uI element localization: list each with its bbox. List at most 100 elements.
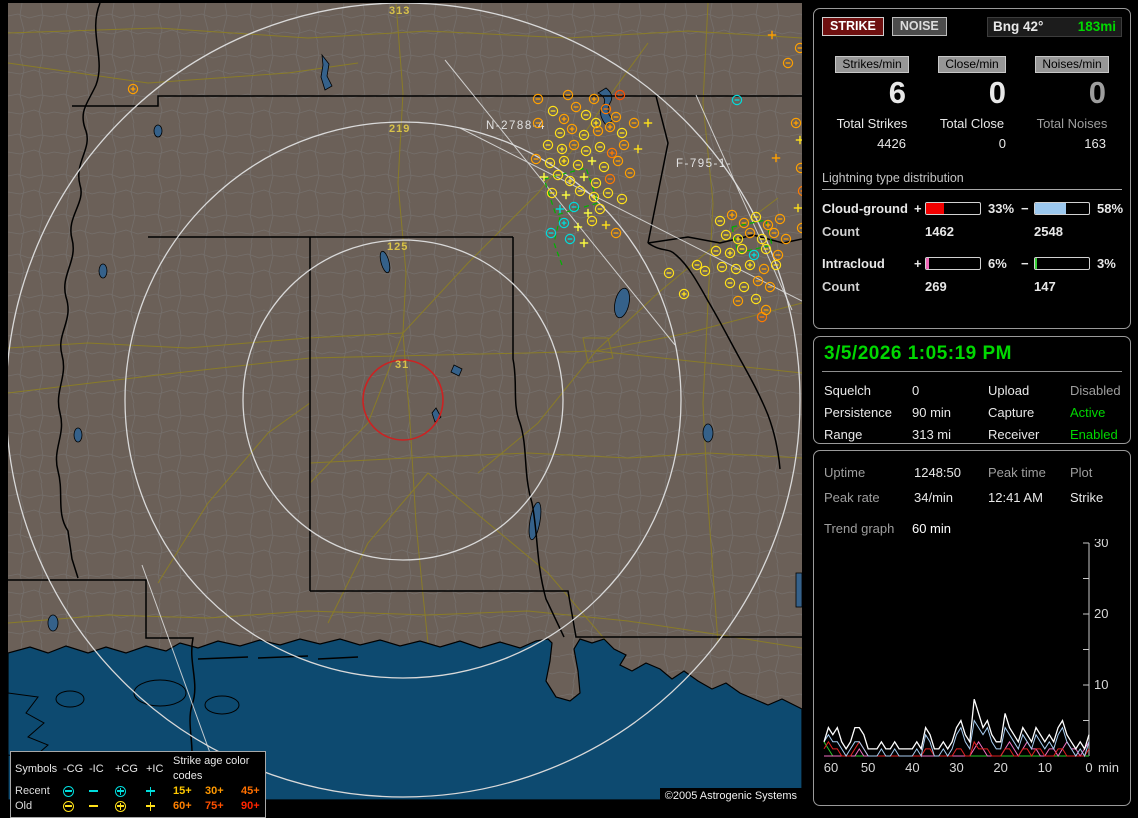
distribution-title: Lightning type distribution (822, 171, 1122, 190)
ring-label-219: 219 (389, 123, 410, 135)
svg-text:50: 50 (861, 760, 875, 775)
legend-title: Symbols (15, 762, 58, 775)
legend-recent-label: Recent (15, 785, 50, 797)
trend-panel: Uptime 1248:50 Peak time Plot Peak rate … (813, 450, 1131, 806)
ic-negative-bar-fill (1035, 258, 1037, 269)
old-neg-cg-icon (63, 800, 74, 812)
cg-positive-bar (925, 202, 981, 215)
total-noises-label: Total Noises (1036, 116, 1108, 131)
ring-label-31: 31 (395, 359, 409, 371)
legend-col-pos-ic: +IC (146, 762, 164, 775)
recent-pos-ic-icon (146, 786, 155, 796)
squelch-label: Squelch (824, 383, 871, 398)
status-panel: 3/5/2026 1:05:19 PM Squelch 0 Upload Dis… (813, 336, 1131, 444)
ic-positive-bar (925, 257, 981, 270)
legend-col-neg-cg: -CG (63, 762, 84, 775)
ic-negative-bar (1034, 257, 1090, 270)
total-noises-value: 163 (1084, 136, 1106, 151)
bearing-readout: Bng 42° 183mi (987, 17, 1122, 37)
svg-text:10: 10 (1038, 760, 1052, 775)
svg-text:60: 60 (824, 760, 838, 775)
legend-age-title: Strike age color codes (173, 755, 250, 782)
legend-col-neg-ic: -IC (89, 762, 104, 775)
plot-mode-value: Strike (1070, 490, 1104, 505)
old-neg-ic-icon (89, 805, 98, 807)
trend-graph-value: 60 min (911, 521, 951, 536)
uptime-value: 1248:50 (914, 465, 961, 480)
trend-graph-label: Trend graph (824, 521, 895, 536)
bearing-value: Bng 42° (993, 19, 1044, 34)
svg-text:20: 20 (1094, 606, 1108, 621)
svg-text:40: 40 (905, 760, 919, 775)
strike-button[interactable]: STRIKE (822, 17, 884, 36)
close-per-min-chip[interactable]: Close/min (938, 56, 1006, 73)
range-value: 313 mi (912, 427, 952, 442)
legend-col-pos-cg: +CG (115, 762, 138, 775)
strikes-per-min-value: 6 (888, 75, 906, 110)
ic-positive-pct: 6% (988, 256, 1007, 271)
map-canvas[interactable]: 313 219 125 31 N-2788-4 F-795-1- (8, 3, 802, 800)
svg-text:10: 10 (1094, 677, 1108, 692)
noises-per-min-chip[interactable]: Noises/min (1035, 56, 1109, 73)
cloud-ground-count-row: Count 1462 2548 (822, 224, 1122, 239)
intracloud-count-row: Count 269 147 (822, 279, 1122, 294)
recent-neg-cg-icon (63, 785, 74, 797)
ring-label-313: 313 (389, 5, 410, 17)
cg-negative-bar (1034, 202, 1090, 215)
cg-positive-pct: 33% (988, 201, 1015, 216)
peak-rate-value: 34/min (914, 490, 954, 505)
minus-sign: − (1021, 256, 1029, 271)
intracloud-row: Intracloud + 6% − 3% (822, 256, 1122, 271)
recent-pos-cg-icon (115, 785, 126, 797)
persistence-value: 90 min (912, 405, 952, 420)
close-column: Close/min 0 Total Close 0 (922, 55, 1022, 151)
strikes-per-min-chip[interactable]: Strikes/min (835, 56, 909, 73)
age-30: 30+ (205, 785, 224, 797)
ring-label-125: 125 (387, 241, 408, 253)
bearing-distance: 183mi (1077, 19, 1116, 34)
svg-text:0: 0 (1085, 760, 1092, 775)
receiver-status: Enabled (1070, 427, 1118, 442)
close-per-min-value: 0 (988, 75, 1006, 110)
total-strikes-label: Total Strikes (836, 116, 908, 131)
strikes-column: Strikes/min 6 Total Strikes 4426 (822, 55, 922, 151)
noises-column: Noises/min 0 Total Noises 163 (1022, 55, 1122, 151)
app-window: { "colors": { "green": "#00d800", "dim":… (0, 0, 1138, 818)
count-label: Count (822, 224, 860, 239)
map-legend: Symbols -CG -IC +CG +IC Strike age color… (10, 751, 266, 818)
plus-sign: + (914, 256, 922, 271)
noises-per-min-value: 0 (1088, 75, 1106, 110)
peak-time-value: 12:41 AM (988, 490, 1043, 505)
copyright-notice: ©2005 Astrogenic Systems (659, 788, 802, 804)
peak-time-label: Peak time (988, 465, 1046, 480)
age-15: 15+ (173, 785, 192, 797)
plus-sign: + (914, 201, 922, 216)
minus-sign: − (1021, 201, 1029, 216)
count-label: Count (822, 279, 860, 294)
cloud-ground-row: Cloud-ground + 33% − 58% (822, 201, 1123, 216)
plot-label: Plot (1070, 465, 1093, 480)
lightning-distribution: Lightning type distribution Cloud-ground… (822, 171, 1123, 294)
persistence-label: Persistence (824, 405, 892, 420)
old-pos-cg-icon (115, 800, 126, 812)
total-close-value: 0 (998, 136, 1006, 151)
old-pos-ic-icon (146, 801, 155, 811)
ic-negative-pct: 3% (1097, 256, 1116, 271)
svg-text:min: min (1098, 760, 1119, 775)
ic-positive-count: 269 (925, 279, 947, 294)
lightning-map[interactable]: 313 219 125 31 N-2788-4 F-795-1- Symbols… (8, 3, 802, 818)
noise-button[interactable]: NOISE (891, 17, 947, 36)
capture-status: Active (1070, 405, 1106, 420)
svg-text:30: 30 (949, 760, 963, 775)
recent-neg-ic-icon (89, 790, 98, 792)
svg-text:20: 20 (993, 760, 1007, 775)
storm-cell-label-1: N-2788-4 (486, 120, 546, 132)
svg-text:30: 30 (1094, 539, 1108, 550)
upload-label: Upload (988, 383, 1030, 398)
total-strikes-value: 4426 (877, 136, 906, 151)
total-close-label: Total Close (939, 116, 1005, 131)
upload-status: Disabled (1070, 383, 1121, 398)
receiver-label: Receiver (988, 427, 1040, 442)
cg-negative-count: 2548 (1034, 224, 1063, 239)
ic-negative-count: 147 (1034, 279, 1056, 294)
